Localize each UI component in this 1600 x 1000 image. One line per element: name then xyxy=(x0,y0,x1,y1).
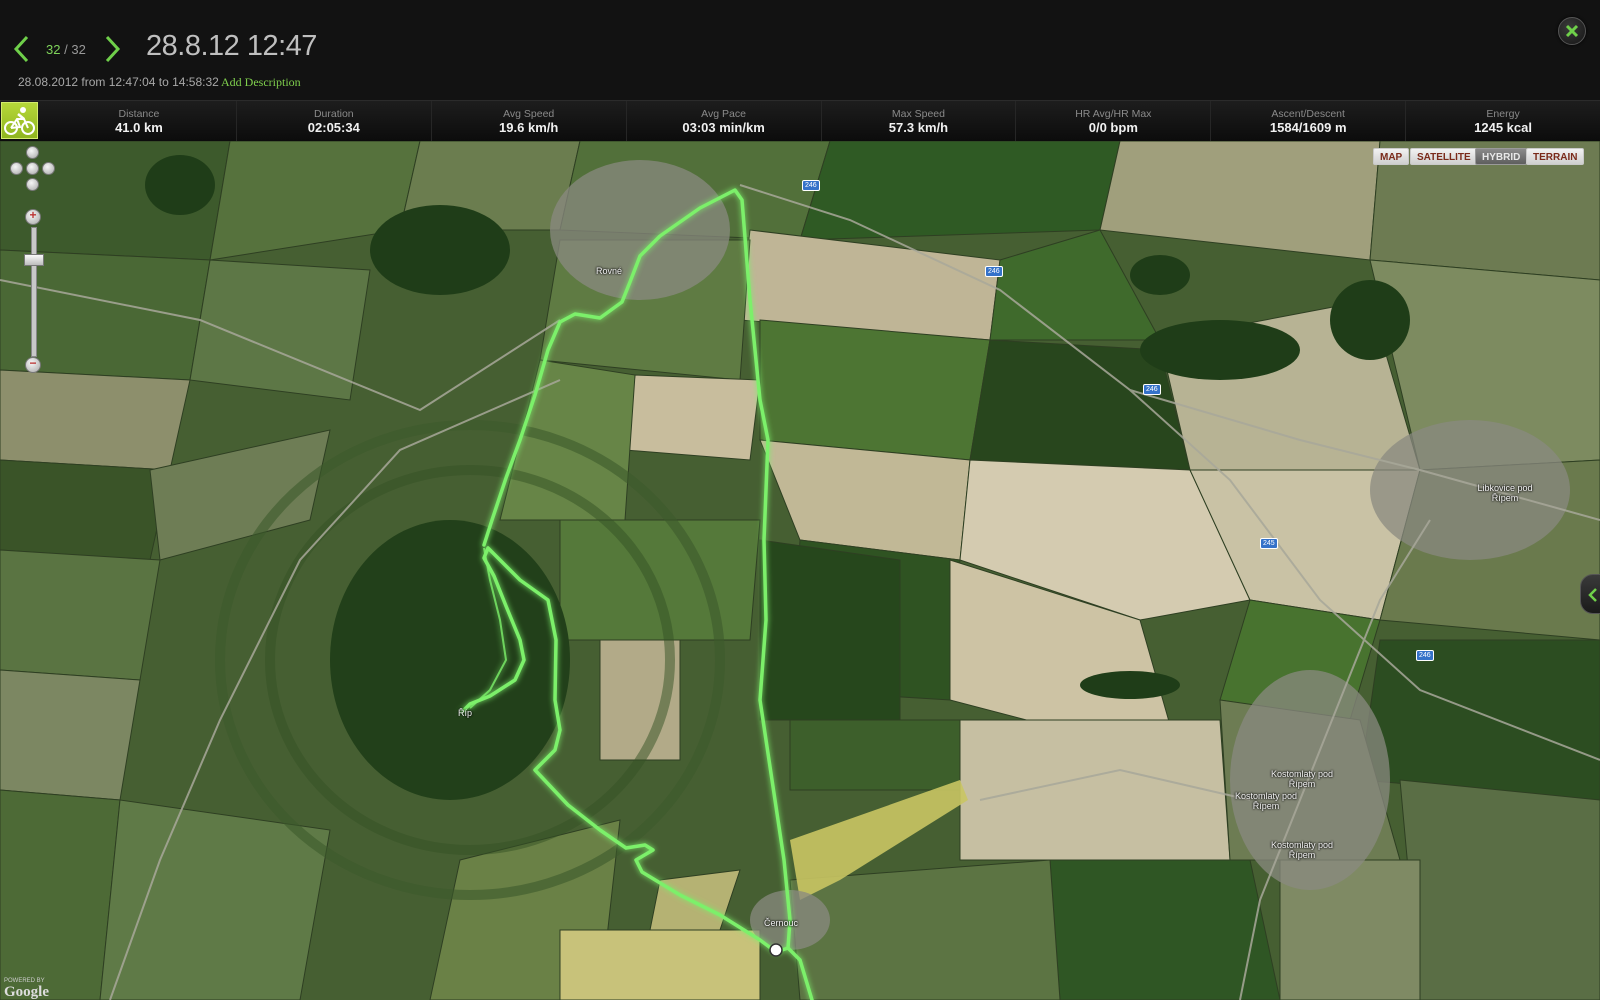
map-pan-control xyxy=(8,146,58,196)
total-count: 32 xyxy=(71,42,86,57)
add-description-link[interactable]: Add Description xyxy=(221,75,301,90)
stat-label: Avg Pace xyxy=(701,108,746,120)
place-label-rovne: Rovné xyxy=(596,266,623,276)
route-start-marker[interactable] xyxy=(769,943,783,957)
stat-value: 57.3 km/h xyxy=(888,120,949,135)
current-index: 32 xyxy=(46,42,61,57)
stat-label: Ascent/Descent xyxy=(1271,108,1345,120)
cycling-icon xyxy=(4,107,35,135)
zoom-out-button[interactable]: − xyxy=(25,356,41,373)
stat-value: 0/0 bpm xyxy=(1088,120,1138,135)
stat-avg-pace: Avg Pace 03:03 min/km xyxy=(627,101,822,141)
map-imagery[interactable] xyxy=(0,141,1600,1000)
stat-value: 1245 kcal xyxy=(1474,120,1532,135)
stat-label: Avg Speed xyxy=(503,108,555,120)
pan-left-button[interactable] xyxy=(10,162,23,175)
google-attribution: POWERED BY Google xyxy=(4,978,49,1000)
stat-value: 02:05:34 xyxy=(307,120,360,135)
activity-header: 32 / 32 28.8.12 12:47 28.08.2012 from 12… xyxy=(0,0,1600,100)
zoom-slider-handle[interactable] xyxy=(24,254,44,266)
close-button[interactable] xyxy=(1558,17,1586,45)
stat-ascent-descent: Ascent/Descent 1584/1609 m xyxy=(1211,101,1407,141)
stat-label: Distance xyxy=(118,108,160,120)
activity-date-range: 28.08.2012 from 12:47:04 to 14:58:32 xyxy=(18,75,219,89)
activity-title: 28.8.12 12:47 xyxy=(146,30,317,62)
chevron-right-icon xyxy=(105,35,121,63)
road-number-badge: 246 xyxy=(802,180,820,191)
pan-up-button[interactable] xyxy=(26,146,39,159)
chevron-left-icon xyxy=(13,35,29,63)
side-panel-toggle[interactable] xyxy=(1580,574,1600,614)
stat-avg-speed: Avg Speed 19.6 km/h xyxy=(432,101,627,141)
stat-value: 1584/1609 m xyxy=(1269,120,1347,135)
stat-value: 41.0 km xyxy=(115,120,163,135)
place-label-rip: Říp xyxy=(458,708,473,718)
stat-duration: Duration 02:05:34 xyxy=(237,101,432,141)
road-number-badge: 246 xyxy=(1416,650,1434,661)
pan-center-button[interactable] xyxy=(26,162,39,175)
road-number-badge: 246 xyxy=(985,266,1003,277)
stat-label: Duration xyxy=(313,108,354,120)
road-number-badge: 245 xyxy=(1260,538,1278,549)
place-label-kostomlaty-1: Kostomlaty pod Řípem xyxy=(1270,769,1334,789)
chevron-left-icon xyxy=(1588,588,1597,602)
forest-hill xyxy=(330,520,570,800)
stat-heart-rate: HR Avg/HR Max 0/0 bpm xyxy=(1016,101,1212,141)
stat-label: Energy xyxy=(1486,108,1520,120)
stat-max-speed: Max Speed 57.3 km/h xyxy=(822,101,1017,141)
stat-distance: Distance 41.0 km xyxy=(42,101,237,141)
map-type-map-button[interactable]: MAP xyxy=(1373,148,1410,165)
zoom-in-button[interactable]: + xyxy=(25,208,41,225)
stats-list: Distance 41.0 km Duration 02:05:34 Avg S… xyxy=(42,101,1600,141)
google-logo-text: Google xyxy=(4,984,49,1000)
pan-right-button[interactable] xyxy=(42,162,55,175)
stat-label: HR Avg/HR Max xyxy=(1075,108,1152,120)
road-number-badge: 246 xyxy=(1143,384,1161,395)
minus-icon: − xyxy=(29,356,37,370)
stat-value: 03:03 min/km xyxy=(682,120,765,135)
close-x-icon xyxy=(1565,24,1579,38)
stat-energy: Energy 1245 kcal xyxy=(1406,101,1600,141)
map-type-terrain-button[interactable]: TERRAIN xyxy=(1526,148,1585,165)
next-activity-button[interactable] xyxy=(104,34,122,64)
counter-separator: / xyxy=(64,42,68,57)
plus-icon: + xyxy=(29,208,37,222)
sport-type-badge xyxy=(1,102,38,139)
stat-value: 19.6 km/h xyxy=(499,120,559,135)
place-label-kostomlaty-3: Kostomlaty pod Řípem xyxy=(1270,840,1334,860)
zoom-slider-track[interactable] xyxy=(31,227,37,357)
stats-bar: Distance 41.0 km Duration 02:05:34 Avg S… xyxy=(0,100,1600,142)
previous-activity-button[interactable] xyxy=(12,34,30,64)
activity-counter: 32 / 32 xyxy=(46,42,86,57)
place-label-libkovice: Libkovice pod Řípem xyxy=(1477,483,1533,503)
pan-down-button[interactable] xyxy=(26,178,39,191)
map-type-hybrid-button[interactable]: HYBRID xyxy=(1475,148,1528,165)
satellite-map[interactable]: Rovné Říp Libkovice pod Řípem Kostomlaty… xyxy=(0,141,1600,1000)
map-type-satellite-button[interactable]: SATELLITE xyxy=(1410,148,1478,165)
stat-label: Max Speed xyxy=(891,108,945,120)
place-label-kostomlaty-2: Kostomlaty pod Řípem xyxy=(1234,791,1298,811)
place-label-cernouc: Černouc xyxy=(764,918,799,928)
